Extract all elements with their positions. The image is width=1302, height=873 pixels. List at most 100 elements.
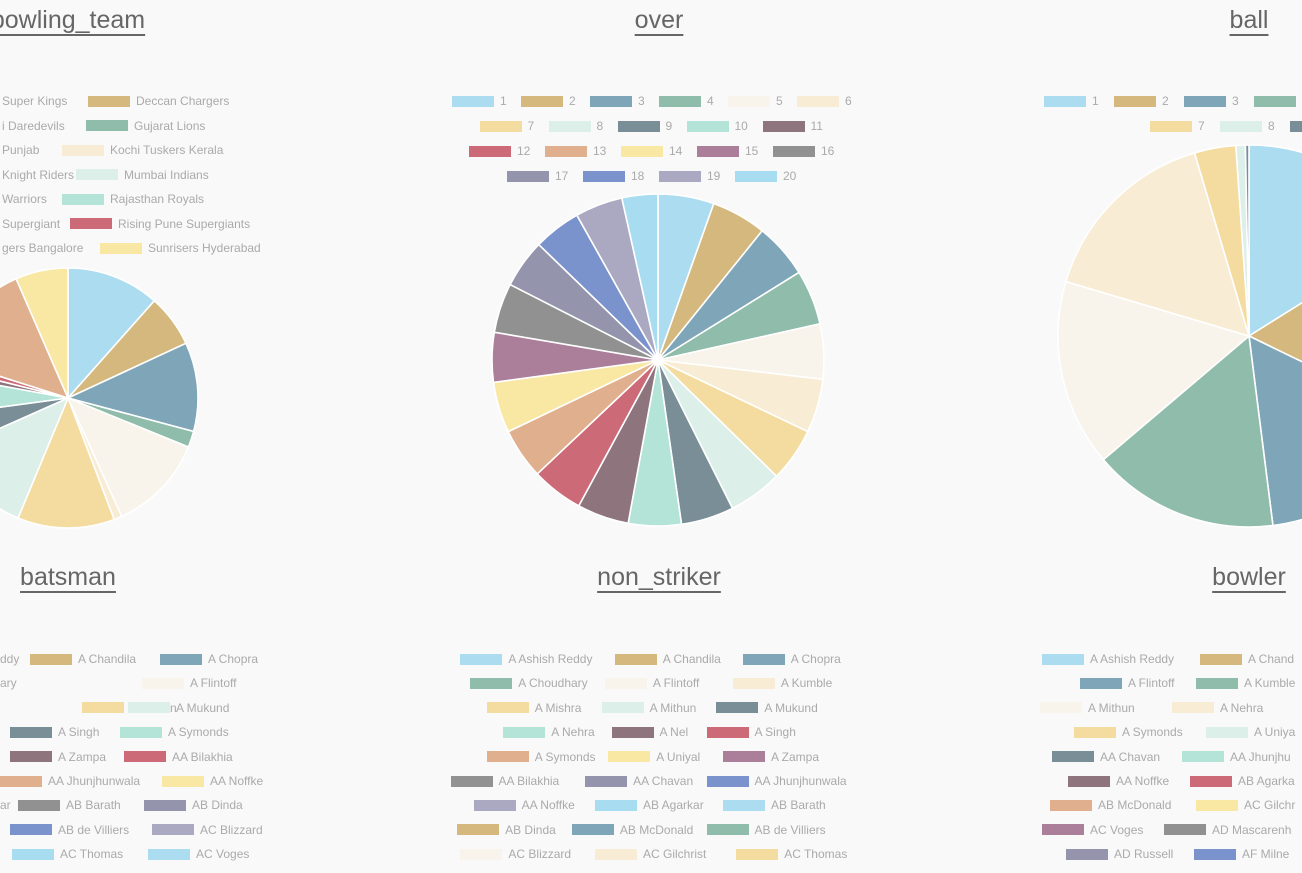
legend-item-over[interactable]: 17: [507, 169, 568, 183]
legend-item-bowling-team[interactable]: Knight Riders: [2, 168, 74, 182]
legend-item-bowler[interactable]: AC Voges: [1042, 823, 1143, 837]
legend-item-non-striker[interactable]: A Zampa: [723, 750, 819, 764]
legend-item-bowling-team[interactable]: Punjab: [2, 143, 39, 157]
legend-item-batsman[interactable]: AB Barath: [18, 798, 121, 812]
legend-item-batsman[interactable]: A Mukund: [128, 701, 229, 715]
legend-item-batsman[interactable]: A Zampa: [10, 750, 106, 764]
legend-item-bowler[interactable]: A Flintoff: [1080, 676, 1174, 690]
legend-item-over[interactable]: 2: [521, 94, 576, 108]
legend-item-non-striker[interactable]: AB Barath: [723, 798, 826, 812]
legend-item-bowler[interactable]: AA Noffke: [1068, 774, 1169, 788]
legend-item-non-striker[interactable]: A Chopra: [742, 652, 841, 666]
legend-item-bowler[interactable]: A Chand: [1200, 652, 1294, 666]
legend-item-non-striker[interactable]: AA Chavan: [585, 774, 693, 788]
legend-item-ball[interactable]: 4: [1254, 94, 1302, 108]
legend-item-ball[interactable]: 3: [1184, 94, 1239, 108]
legend-item-bowling-team[interactable]: Warriors: [2, 192, 47, 206]
legend-item-bowler[interactable]: A Mithun: [1040, 701, 1135, 715]
legend-item-over[interactable]: 12: [469, 144, 530, 158]
legend-item-bowler[interactable]: AD Russell: [1066, 847, 1173, 861]
legend-item-over[interactable]: 6: [797, 94, 852, 108]
legend-item-bowler[interactable]: A Symonds: [1074, 725, 1183, 739]
legend-item-bowling-team[interactable]: Mumbai Indians: [76, 168, 209, 182]
legend-item-over[interactable]: 10: [686, 119, 748, 133]
legend-item-over[interactable]: 9: [617, 119, 672, 133]
legend-item-batsman[interactable]: A Chandila: [30, 652, 136, 666]
legend-item-batsman[interactable]: A Singh: [10, 725, 99, 739]
legend-item-batsman[interactable]: AC Thomas: [12, 847, 123, 861]
legend-item-non-striker[interactable]: A Uniyal: [608, 750, 700, 764]
legend-item-batsman[interactable]: ddy: [0, 652, 19, 666]
legend-item-non-striker[interactable]: AA Bilakhia: [450, 774, 559, 788]
legend-item-bowling-team[interactable]: Super Kings: [2, 94, 67, 108]
legend-item-ball[interactable]: 8: [1220, 119, 1275, 133]
legend-item-non-striker[interactable]: A Chandila: [614, 652, 721, 666]
legend-item-bowler[interactable]: A Ashish Reddy: [1042, 652, 1174, 666]
legend-item-batsman[interactable]: AB de Villiers: [10, 823, 129, 837]
legend-item-bowler[interactable]: A Kumble: [1196, 676, 1295, 690]
legend-item-batsman[interactable]: ar: [0, 798, 11, 812]
legend-item-over[interactable]: 14: [621, 144, 682, 158]
legend-item-bowling-team[interactable]: Supergiant: [2, 217, 60, 231]
legend-item-non-striker[interactable]: AB McDonald: [571, 823, 693, 837]
legend-item-over[interactable]: 13: [545, 144, 606, 158]
legend-item-non-striker[interactable]: A Ashish Reddy: [460, 652, 592, 666]
legend-item-batsman[interactable]: AA Jhunjhunwala: [0, 774, 140, 788]
legend-item-batsman[interactable]: ary: [0, 676, 17, 690]
legend-item-over[interactable]: 16: [773, 144, 834, 158]
legend-item-bowler[interactable]: AA Jhunjhu: [1182, 750, 1291, 764]
legend-item-ball[interactable]: 1: [1044, 94, 1099, 108]
legend-item-bowling-team[interactable]: Kochi Tuskers Kerala: [62, 143, 223, 157]
legend-item-bowler[interactable]: AC Gilchr: [1196, 798, 1295, 812]
legend-item-over[interactable]: 19: [659, 169, 720, 183]
legend-item-non-striker[interactable]: AB Agarkar: [595, 798, 704, 812]
legend-item-non-striker[interactable]: A Nel: [611, 725, 688, 739]
legend-item-over[interactable]: 11: [762, 119, 823, 133]
legend-item-bowling-team[interactable]: Sunrisers Hyderabad: [100, 241, 261, 255]
legend-item-non-striker[interactable]: AB Dinda: [457, 823, 556, 837]
legend-item-non-striker[interactable]: A Symonds: [486, 750, 596, 764]
legend-item-non-striker[interactable]: AC Thomas: [736, 847, 847, 861]
legend-item-over[interactable]: 5: [728, 94, 783, 108]
legend-item-bowler[interactable]: A Uniya: [1206, 725, 1295, 739]
legend-item-non-striker[interactable]: A Mithun: [601, 701, 696, 715]
legend-item-over[interactable]: 3: [590, 94, 645, 108]
legend-item-bowling-team[interactable]: Gujarat Lions: [86, 119, 205, 133]
legend-item-bowling-team[interactable]: Deccan Chargers: [88, 94, 229, 108]
legend-item-batsman[interactable]: AC Blizzard: [152, 823, 263, 837]
legend-item-over[interactable]: 8: [548, 119, 603, 133]
legend-item-non-striker[interactable]: AC Gilchrist: [595, 847, 706, 861]
legend-item-batsman[interactable]: AB Dinda: [144, 798, 243, 812]
legend-item-non-striker[interactable]: A Kumble: [732, 676, 832, 690]
legend-item-non-striker[interactable]: AC Blizzard: [460, 847, 571, 861]
legend-item-non-striker[interactable]: A Mishra: [486, 701, 581, 715]
legend-item-bowler[interactable]: AB Agarka: [1190, 774, 1295, 788]
legend-item-non-striker[interactable]: AA Jhunjhunwala: [706, 774, 847, 788]
legend-item-non-striker[interactable]: AA Noffke: [473, 798, 575, 812]
legend-item-batsman[interactable]: AA Bilakhia: [124, 750, 233, 764]
legend-item-bowling-team[interactable]: Rising Pune Supergiants: [70, 217, 250, 231]
legend-item-batsman[interactable]: A Symonds: [120, 725, 229, 739]
legend-item-batsman[interactable]: AC Voges: [148, 847, 249, 861]
legend-item-ball[interactable]: 7: [1150, 119, 1205, 133]
legend-item-bowler[interactable]: A Nehra: [1172, 701, 1263, 715]
legend-item-over[interactable]: 7: [479, 119, 534, 133]
legend-item-bowler[interactable]: AF Milne: [1194, 847, 1289, 861]
legend-item-over[interactable]: 18: [583, 169, 644, 183]
legend-item-batsman[interactable]: A Chopra: [160, 652, 258, 666]
legend-item-non-striker[interactable]: A Mukund: [716, 701, 818, 715]
legend-item-batsman[interactable]: AA Noffke: [162, 774, 263, 788]
legend-item-non-striker[interactable]: AB de Villiers: [706, 823, 826, 837]
legend-item-non-striker[interactable]: A Choudhary: [470, 676, 588, 690]
legend-item-bowler[interactable]: AA Chavan: [1052, 750, 1160, 764]
legend-item-over[interactable]: 1: [452, 94, 507, 108]
legend-item-ball[interactable]: 2: [1114, 94, 1169, 108]
legend-item-over[interactable]: 20: [735, 169, 796, 183]
legend-item-non-striker[interactable]: A Nehra: [503, 725, 595, 739]
legend-item-non-striker[interactable]: A Flintoff: [604, 676, 699, 690]
legend-item-bowler[interactable]: AD Mascarenh: [1164, 823, 1291, 837]
legend-item-over[interactable]: 15: [697, 144, 758, 158]
legend-item-non-striker[interactable]: A Singh: [706, 725, 796, 739]
legend-item-bowling-team[interactable]: Rajasthan Royals: [62, 192, 204, 206]
legend-item-batsman[interactable]: A Flintoff: [142, 676, 236, 690]
